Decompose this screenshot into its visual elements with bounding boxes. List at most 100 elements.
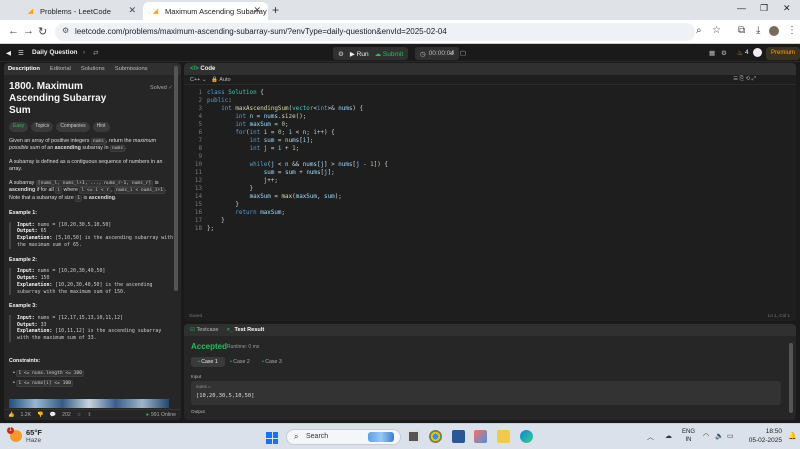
code-line: }: [207, 202, 239, 208]
tray-overflow-icon[interactable]: ︿: [647, 432, 654, 442]
mode-label[interactable]: Auto: [219, 77, 230, 83]
reset-timer-icon[interactable]: ↺: [449, 49, 454, 57]
profile-avatar[interactable]: [769, 26, 779, 36]
close-tab-icon[interactable]: ✕: [128, 5, 136, 16]
note-icon[interactable]: ▢: [460, 49, 466, 57]
taskbar-search[interactable]: ⌕ Search: [286, 429, 401, 445]
format-icon[interactable]: ☰ ⎘ ⟲ ⤢: [733, 76, 756, 83]
reload-icon[interactable]: ↻: [38, 25, 47, 38]
layout-icon[interactable]: ▦: [709, 49, 715, 57]
close-tab-icon[interactable]: ✕: [253, 5, 261, 16]
minimize-icon[interactable]: —: [737, 3, 746, 13]
file-explorer-icon[interactable]: [497, 430, 510, 443]
browser-menu-icon[interactable]: ⋮: [787, 25, 797, 36]
code-line: int sum = nums[i];: [249, 138, 314, 144]
premium-button[interactable]: Premium: [766, 47, 800, 60]
output-section-label: Output: [191, 409, 205, 414]
description-tabs: Description Editorial Solutions Submissi…: [4, 63, 181, 75]
leetcode-logo-icon[interactable]: ◀: [6, 49, 11, 57]
leetcode-favicon-icon: ◢: [27, 8, 34, 15]
tab-testcase[interactable]: ☑ Testcase: [190, 327, 219, 333]
description-scrollbar[interactable]: [174, 66, 178, 291]
text: where: [62, 187, 80, 193]
copilot-icon[interactable]: [474, 430, 487, 443]
like-icon[interactable]: 👍: [8, 412, 14, 418]
weather-widget[interactable]: 1 65°F Haze: [7, 427, 42, 444]
tab-description[interactable]: Description: [8, 66, 40, 72]
inline-code: l <= i < r: [79, 187, 112, 194]
topics-tag[interactable]: Topics: [31, 122, 54, 132]
line-number: 9: [198, 154, 202, 160]
start-button[interactable]: [266, 432, 278, 444]
tab-editorial[interactable]: Editorial: [50, 66, 71, 72]
tab-test-result[interactable]: >_ Test Result: [227, 327, 265, 333]
result-scrollbar[interactable]: [789, 343, 793, 413]
comment-icon[interactable]: 💬: [50, 412, 56, 418]
example-heading: Example 2:: [9, 256, 37, 263]
dislike-icon[interactable]: 👎: [37, 412, 43, 418]
url-field[interactable]: ⚙ leetcode.com/problems/maximum-ascendin…: [55, 23, 695, 41]
tab-solutions[interactable]: Solutions: [81, 66, 105, 72]
maximize-icon[interactable]: ❐: [760, 3, 768, 14]
example-box: Input: nums = [10,20,30,5,10,50] Output:…: [9, 221, 176, 249]
download-icon[interactable]: ⤓: [756, 25, 760, 36]
case-3-button[interactable]: • Case 3: [255, 357, 289, 367]
zoom-icon[interactable]: ⌕: [696, 25, 702, 36]
language-select[interactable]: C++ ⌄: [190, 77, 207, 83]
next-problem-icon[interactable]: ›: [83, 49, 85, 56]
description-footer: 👍 1.2K 👎 💬 202 ☆ ⇪ 991 Online: [4, 409, 181, 420]
onedrive-icon[interactable]: ☁: [665, 432, 672, 440]
debug-icon[interactable]: ⚙: [338, 50, 344, 58]
code-toolbar: C++ ⌄ 🔒 Auto ☰ ⎘ ⟲ ⤢: [184, 75, 796, 85]
input-label: Input:: [17, 314, 35, 321]
example-output: 33: [40, 321, 47, 328]
user-avatar[interactable]: [753, 48, 762, 57]
case-2-button[interactable]: • Case 2: [223, 357, 257, 367]
line-number: 12: [194, 178, 202, 184]
hint-tag[interactable]: Hint: [92, 122, 110, 132]
language-indicator[interactable]: ENG IN: [682, 428, 695, 444]
chrome-icon[interactable]: [429, 430, 442, 443]
bookmark-star-icon[interactable]: ☆: [712, 25, 721, 36]
snipping-tool-icon[interactable]: [452, 430, 465, 443]
notifications-icon[interactable]: 🔔: [788, 432, 797, 440]
browser-tab-bar: ◢ Problems - LeetCode ✕ ◢ Maximum Ascend…: [0, 0, 800, 20]
extensions-icon[interactable]: ⧉: [738, 25, 745, 36]
tab-problems[interactable]: ◢ Problems - LeetCode ✕: [18, 2, 143, 20]
back-icon[interactable]: ←: [8, 25, 19, 37]
promo-banner-image[interactable]: [9, 399, 169, 408]
wifi-icon[interactable]: ◠: [703, 432, 709, 440]
battery-icon[interactable]: ▭: [727, 432, 734, 440]
output-label: Output:: [17, 228, 38, 235]
code-line: int maxSum = 0;: [235, 122, 289, 128]
new-tab-icon[interactable]: +: [272, 3, 279, 17]
clock-icon: ◷: [420, 50, 426, 58]
system-clock[interactable]: 18:50 05-02-2025: [742, 428, 782, 445]
volume-icon[interactable]: 🔈: [715, 432, 724, 440]
result-pane: ☑ Testcase >_ Test Result Accepted Runti…: [184, 324, 796, 420]
emphasis: ascending: [88, 194, 116, 201]
task-view-icon[interactable]: [407, 430, 420, 443]
tab-submissions[interactable]: Submissions: [115, 66, 148, 72]
input-label: Input:: [17, 268, 35, 275]
share-icon[interactable]: ⇪: [87, 412, 91, 418]
text: , return the: [105, 137, 134, 144]
companies-tag[interactable]: Companies: [56, 122, 90, 132]
forward-icon[interactable]: →: [23, 25, 34, 37]
text: A subarray: [9, 179, 36, 186]
run-button[interactable]: ▶ Run: [350, 50, 369, 58]
code-line: };: [207, 226, 215, 232]
submit-button[interactable]: ☁ Submit: [375, 50, 404, 58]
shuffle-icon[interactable]: ⇄: [93, 49, 98, 57]
favorite-icon[interactable]: ☆: [77, 412, 82, 418]
case-1-button[interactable]: • Case 1: [191, 357, 225, 367]
daily-question-label[interactable]: Daily Question: [32, 49, 78, 56]
close-window-icon[interactable]: ✕: [783, 3, 791, 14]
prev-problem-icon[interactable]: ‹: [73, 49, 75, 56]
example-input: nums = [10,20,30,40,50]: [37, 268, 106, 275]
edge-icon[interactable]: [520, 430, 533, 443]
settings-icon[interactable]: ⚙: [721, 49, 727, 57]
problem-list-icon[interactable]: ☰: [18, 49, 24, 57]
tab-maximum-ascending[interactable]: ◢ Maximum Ascending Subarray ✕: [143, 2, 268, 20]
site-info-icon[interactable]: ⚙: [62, 26, 69, 35]
